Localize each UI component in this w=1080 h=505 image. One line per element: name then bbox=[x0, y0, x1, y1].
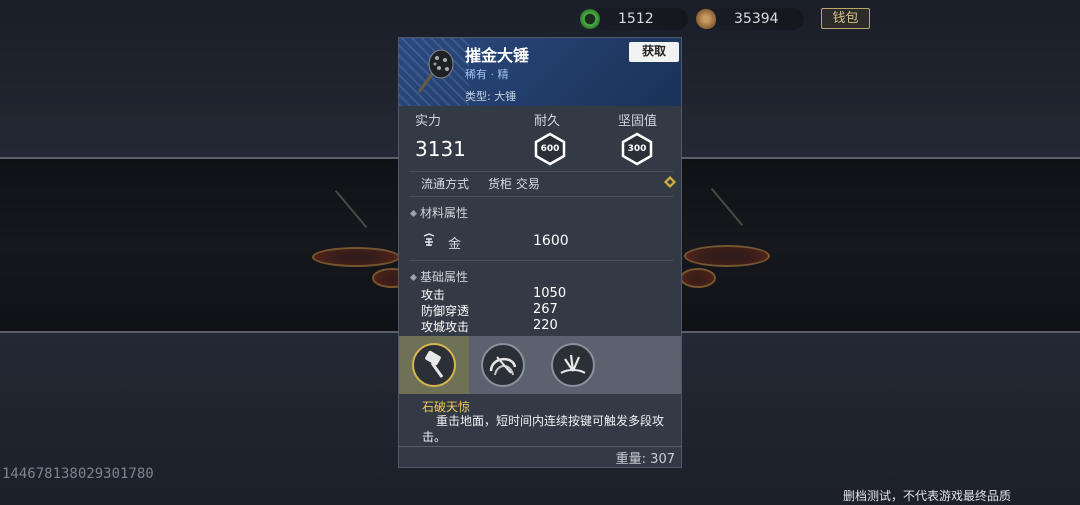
material-value: 1600 bbox=[533, 233, 569, 249]
gold-element-icon bbox=[423, 233, 435, 246]
currency-copper-value: 35394 bbox=[734, 11, 779, 27]
power-label: 实力 bbox=[415, 114, 442, 129]
material-name: 金 bbox=[448, 237, 462, 252]
ground-ring-right-2 bbox=[680, 268, 716, 288]
attr-name: 攻城攻击 bbox=[421, 320, 470, 334]
divider bbox=[399, 446, 681, 447]
ground-ring-right bbox=[684, 245, 770, 267]
bullet-icon bbox=[409, 209, 418, 218]
player-id: 144678138029301780 bbox=[2, 466, 154, 482]
ground-ring-left bbox=[312, 247, 400, 267]
base-attrs-section-title: 基础属性 bbox=[409, 268, 469, 285]
test-notice: 删档测试，不代表游戏最终品质 bbox=[843, 489, 1012, 503]
currency-copper: 35394 bbox=[696, 8, 804, 30]
attr-name: 防御穿透 bbox=[421, 304, 470, 318]
wallet-button[interactable]: 钱包 bbox=[821, 8, 870, 29]
jade-coin-icon bbox=[580, 9, 600, 29]
power-value: 3131 bbox=[415, 137, 466, 161]
currency-jade: 1512 bbox=[580, 8, 688, 30]
circulation-methods: 货柜 交易 bbox=[488, 177, 540, 191]
attr-value: 220 bbox=[533, 318, 558, 333]
item-detail-panel: 摧金大锤 稀有 · 精 类型: 大锤 获取 实力 3131 耐久 600 坚固值… bbox=[398, 37, 682, 468]
material-section-title: 材料属性 bbox=[409, 204, 469, 221]
get-button[interactable]: 获取 bbox=[629, 42, 679, 62]
ground-burst-icon[interactable] bbox=[551, 343, 595, 387]
hammer-strike-icon[interactable] bbox=[412, 343, 456, 387]
base-attrs-title: 基础属性 bbox=[420, 270, 469, 284]
hammer-icon bbox=[417, 49, 454, 93]
attr-name: 攻击 bbox=[421, 288, 446, 302]
item-name: 摧金大锤 bbox=[465, 46, 530, 65]
item-header: 摧金大锤 稀有 · 精 类型: 大锤 获取 bbox=[399, 38, 681, 106]
info-diamond-icon[interactable] bbox=[664, 176, 676, 188]
spin-slash-icon[interactable] bbox=[481, 343, 525, 387]
durability-value: 600 bbox=[540, 144, 560, 154]
item-type: 类型: 大锤 bbox=[465, 90, 517, 103]
item-weight: 重量: 307 bbox=[615, 452, 675, 467]
toughness-value: 300 bbox=[627, 144, 647, 154]
divider bbox=[409, 260, 673, 261]
item-rarity: 稀有 · 精 bbox=[465, 68, 509, 81]
divider bbox=[409, 171, 673, 172]
material-title: 材料属性 bbox=[420, 206, 469, 220]
copper-coin-icon bbox=[696, 9, 716, 29]
durability-label: 耐久 bbox=[534, 114, 561, 129]
skill-description: 重击地面，短时间内连续按键可触发多段攻击。 bbox=[422, 414, 665, 444]
divider bbox=[409, 196, 673, 197]
currency-jade-value: 1512 bbox=[618, 11, 654, 27]
bullet-icon bbox=[409, 273, 418, 282]
skill-strip bbox=[399, 336, 681, 394]
circulation-label: 流通方式 bbox=[421, 177, 470, 191]
toughness-label: 坚固值 bbox=[618, 114, 658, 129]
attr-value: 267 bbox=[533, 302, 558, 317]
attr-value: 1050 bbox=[533, 286, 567, 301]
